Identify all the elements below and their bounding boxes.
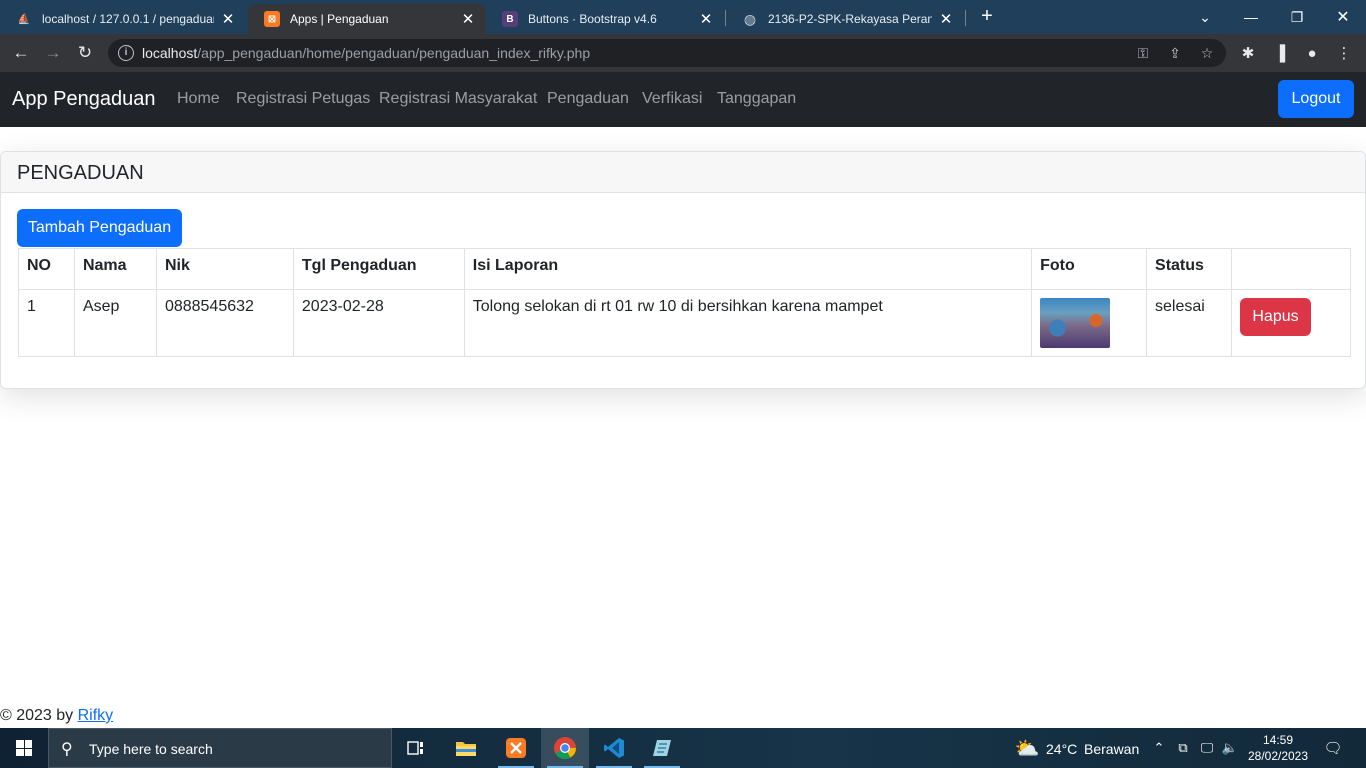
navbar-brand[interactable]: App Pengaduan xyxy=(12,88,155,111)
tab-apps-pengaduan[interactable]: ⊠ Apps | Pengaduan ✕ xyxy=(248,4,486,34)
reload-icon[interactable]: ↻ xyxy=(72,40,98,66)
taskbar-clock[interactable]: 14:59 28/02/2023 xyxy=(1244,732,1312,764)
tab-spk-rekayasa[interactable]: ◍ 2136-P2-SPK-Rekayasa Perangkat ✕ xyxy=(726,4,964,34)
app-navbar: App Pengaduan Home Registrasi Petugas Re… xyxy=(0,72,1366,127)
weather-cloud-icon[interactable]: ⛅ xyxy=(1014,737,1040,760)
nav-link-tanggapan[interactable]: Tanggapan xyxy=(717,90,796,108)
side-panel-icon[interactable]: ▐ xyxy=(1270,43,1290,63)
search-placeholder: Type here to search xyxy=(89,741,213,757)
key-icon[interactable]: ⚿ xyxy=(1134,44,1152,62)
tab-title: localhost / 127.0.0.1 / pengaduan xyxy=(42,12,214,26)
column-header-tgl-pengaduan: Tgl Pengaduan xyxy=(292,248,465,290)
footer-copyright: © 2023 by xyxy=(0,707,78,724)
weather-description[interactable]: Berawan xyxy=(1084,741,1139,757)
close-icon[interactable]: ✕ xyxy=(460,10,476,28)
taskbar-search[interactable]: ⚲ Type here to search xyxy=(48,728,392,768)
start-button[interactable] xyxy=(0,728,48,768)
weather-temperature[interactable]: 24°C xyxy=(1046,741,1077,757)
url-path: /app_pengaduan/home/pengaduan/pengaduan_… xyxy=(197,45,591,61)
column-header-no: NO xyxy=(18,248,75,290)
menu-kebab-icon[interactable]: ⋮ xyxy=(1334,43,1354,63)
footer-author-link[interactable]: Rifky xyxy=(78,707,114,724)
chevron-up-icon[interactable]: ⌃ xyxy=(1151,740,1167,756)
cell-nik: 0888545632 xyxy=(155,289,294,357)
meet-now-icon[interactable]: ⧉ xyxy=(1175,740,1191,756)
address-bar[interactable]: i localhost/app_pengaduan/home/pengaduan… xyxy=(108,39,1226,67)
table-header-row: NO Nama Nik Tgl Pengaduan Isi Laporan Fo… xyxy=(18,248,1351,290)
tab-title: Buttons · Bootstrap v4.6 xyxy=(528,12,657,26)
minimize-button[interactable]: — xyxy=(1228,0,1274,34)
tambah-pengaduan-button[interactable]: Tambah Pengaduan xyxy=(17,209,182,247)
close-icon[interactable]: ✕ xyxy=(938,10,954,28)
xampp-icon: ⊠ xyxy=(264,11,280,27)
pengaduan-card: PENGADUAN Tambah Pengaduan NO Nama Nik T… xyxy=(0,151,1366,389)
nav-link-registrasi-masyarakat[interactable]: Registrasi Masyarakat xyxy=(379,90,537,108)
cell-no: 1 xyxy=(18,289,75,357)
profile-icon[interactable]: ● xyxy=(1302,43,1322,63)
file-explorer-icon[interactable] xyxy=(442,728,490,768)
cell-nama: Asep xyxy=(73,289,157,357)
cell-foto xyxy=(1031,289,1148,357)
table-row: 1 Asep 0888545632 2023-02-28 Tolong selo… xyxy=(18,289,1351,357)
nav-link-verfikasi[interactable]: Verfikasi xyxy=(642,90,702,108)
task-view-icon[interactable] xyxy=(392,728,440,768)
share-icon[interactable]: ⇪ xyxy=(1166,44,1184,62)
browser-toolbar: ← → ↻ i localhost/app_pengaduan/home/pen… xyxy=(0,34,1366,72)
column-header-status: Status xyxy=(1146,248,1232,290)
url-host: localhost xyxy=(142,45,198,61)
foto-thumbnail xyxy=(1040,298,1111,348)
xampp-taskbar-icon[interactable] xyxy=(492,728,540,768)
tab-title: 2136-P2-SPK-Rekayasa Perangkat xyxy=(768,12,932,26)
close-icon[interactable]: ✕ xyxy=(698,10,714,28)
cell-action: Hapus xyxy=(1231,289,1351,357)
tab-search-chevron-icon[interactable]: ⌄ xyxy=(1182,0,1228,34)
vscode-icon[interactable] xyxy=(590,728,638,768)
column-header-nama: Nama xyxy=(73,248,157,290)
clock-time: 14:59 xyxy=(1262,733,1294,747)
site-info-icon[interactable]: i xyxy=(118,45,134,61)
nav-link-registrasi-petugas[interactable]: Registrasi Petugas xyxy=(236,90,370,108)
column-header-isi-laporan: Isi Laporan xyxy=(463,248,1033,290)
bootstrap-icon: B xyxy=(502,11,518,27)
network-icon[interactable]: 🖵 xyxy=(1199,740,1215,756)
notification-icon[interactable]: 🗨 xyxy=(1323,739,1342,757)
close-icon[interactable]: ✕ xyxy=(220,10,236,28)
extensions-icon[interactable]: ✱ xyxy=(1238,43,1258,63)
back-arrow-icon[interactable]: ← xyxy=(8,40,34,66)
phpmyadmin-icon: ⛵ xyxy=(17,13,31,25)
browser-tab-strip: ⛵ localhost / 127.0.0.1 / pengaduan ✕ ⊠ … xyxy=(0,0,1366,34)
logout-button[interactable]: Logout xyxy=(1278,80,1354,118)
card-header: PENGADUAN xyxy=(1,152,1365,193)
column-header-action xyxy=(1231,248,1351,290)
column-header-foto: Foto xyxy=(1031,248,1148,290)
nav-link-home[interactable]: Home xyxy=(177,90,220,108)
close-window-button[interactable]: ✕ xyxy=(1320,0,1366,34)
volume-icon[interactable]: 🔈 xyxy=(1222,740,1238,756)
tab-phpmyadmin[interactable]: ⛵ localhost / 127.0.0.1 / pengaduan ✕ xyxy=(0,4,246,34)
restore-button[interactable]: ❐ xyxy=(1274,0,1320,34)
tab-title: Apps | Pengaduan xyxy=(290,12,389,26)
hapus-button[interactable]: Hapus xyxy=(1240,298,1311,336)
page-footer: © 2023 by Rifky xyxy=(0,707,113,725)
cell-isi-laporan: Tolong selokan di rt 01 rw 10 di bersihk… xyxy=(463,289,1033,357)
tab-bootstrap-buttons[interactable]: B Buttons · Bootstrap v4.6 ✕ xyxy=(486,4,724,34)
clock-date: 28/02/2023 xyxy=(1247,749,1309,763)
url-text[interactable]: localhost/app_pengaduan/home/pengaduan/p… xyxy=(142,45,590,61)
forward-arrow-icon[interactable]: → xyxy=(40,40,66,66)
tab-separator xyxy=(965,10,966,26)
column-header-nik: Nik xyxy=(155,248,294,290)
cell-tgl-pengaduan: 2023-02-28 xyxy=(292,289,465,357)
windows-logo-icon xyxy=(16,740,32,756)
cell-status: selesai xyxy=(1146,289,1232,357)
notes-app-icon[interactable] xyxy=(638,728,686,768)
nav-link-pengaduan[interactable]: Pengaduan xyxy=(547,90,629,108)
bookmark-star-icon[interactable]: ☆ xyxy=(1198,44,1216,62)
new-tab-button[interactable]: + xyxy=(976,5,998,27)
windows-taskbar: ⚲ Type here to search ⛅ 24°C Berawan ⌃ ⧉… xyxy=(0,728,1366,768)
pengaduan-table: NO Nama Nik Tgl Pengaduan Isi Laporan Fo… xyxy=(18,248,1351,357)
search-icon: ⚲ xyxy=(61,741,73,758)
chrome-icon[interactable] xyxy=(541,728,589,768)
globe-icon: ◍ xyxy=(743,10,757,27)
